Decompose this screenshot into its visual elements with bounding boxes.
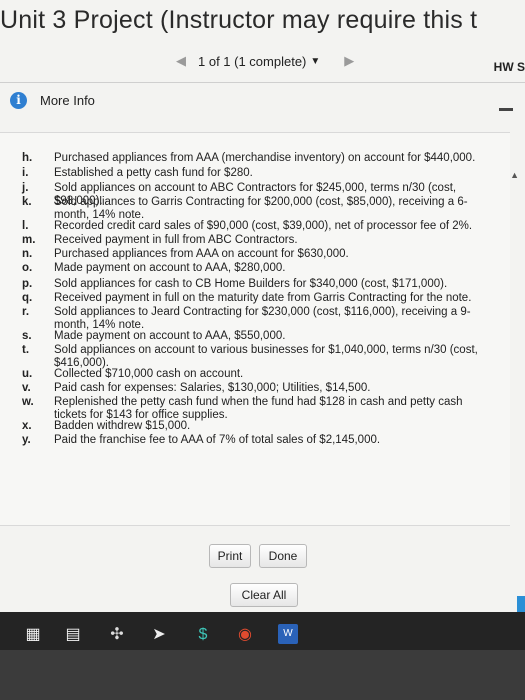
send-icon[interactable]: ➤ (148, 624, 170, 646)
item-key: n. (22, 248, 33, 260)
item-key: p. (22, 278, 33, 290)
item-key: j. (22, 182, 29, 194)
minimize-icon[interactable] (499, 108, 513, 111)
list-item: x. Badden withdrew $15,000. (22, 420, 492, 433)
item-text: Sold appliances on account to various bu… (54, 344, 478, 369)
scroll-up-icon[interactable]: ▲ (510, 170, 519, 180)
item-text: Established a petty cash fund for $280. (54, 167, 253, 179)
item-text: Sold appliances for cash to CB Home Buil… (54, 278, 448, 290)
item-key: m. (22, 234, 36, 246)
item-text: Recorded credit card sales of $90,000 (c… (54, 220, 473, 232)
pager-status[interactable]: 1 of 1 (1 complete) (198, 54, 306, 69)
item-text: Received payment in full from ABC Contra… (54, 234, 298, 246)
item-key: r. (22, 306, 30, 318)
chrome-icon[interactable]: ◉ (234, 624, 256, 646)
pager: ◀ 1 of 1 (1 complete) ▼ ▶ (170, 50, 380, 72)
list-item: i. Established a petty cash fund for $280… (22, 167, 492, 180)
item-text: Paid cash for expenses: Salaries, $130,0… (54, 382, 371, 394)
item-text: Made payment on account to AAA, $550,000… (54, 330, 286, 342)
item-key: q. (22, 292, 33, 304)
list-item: t. Sold appliances on account to various … (22, 344, 492, 369)
item-key: u. (22, 368, 33, 380)
item-text: Sold appliances to Garris Contracting fo… (54, 196, 468, 221)
dropbox-icon[interactable]: ✣ (106, 624, 128, 646)
item-key: k. (22, 196, 32, 208)
hw-label: HW S (493, 60, 525, 74)
item-key: s. (22, 330, 32, 342)
window-title: Unit 3 Project (Instructor may require t… (0, 6, 478, 34)
list-item: r. Sold appliances to Jeard Contracting f… (22, 306, 492, 331)
list-item: u. Collected $710,000 cash on account. (22, 368, 492, 381)
item-key: h. (22, 152, 33, 164)
item-text: Purchased appliances from AAA on account… (54, 248, 349, 260)
info-bar: i More Info (0, 84, 525, 116)
list-item: y. Paid the franchise fee to AAA of 7% of… (22, 434, 492, 447)
item-text: Replenished the petty cash fund when the… (54, 396, 463, 421)
info-icon: i (10, 92, 27, 109)
item-text: Paid the franchise fee to AAA of 7% of t… (54, 434, 381, 446)
print-button[interactable]: Print (209, 544, 251, 568)
item-key: v. (22, 382, 31, 394)
item-key: l. (22, 220, 29, 232)
done-button[interactable]: Done (259, 544, 307, 568)
item-key: x. (22, 420, 32, 432)
item-key: y. (22, 434, 31, 446)
list-item: s. Made payment on account to AAA, $550,0… (22, 330, 492, 343)
dock: ▦ ▤ ✣ ➤ $ ◉ W (0, 618, 525, 654)
info-label: More Info (40, 93, 95, 108)
list-item: n. Purchased appliances from AAA on accou… (22, 248, 492, 261)
list-item: q. Received payment in full on the maturi… (22, 292, 492, 305)
item-text: Badden withdrew $15,000. (54, 420, 191, 432)
item-text: Sold appliances to Jeard Contracting for… (54, 306, 471, 331)
calendar-icon[interactable]: ▤ (62, 624, 84, 646)
list-item: k. Sold appliances to Garris Contracting … (22, 196, 492, 221)
item-key: t. (22, 344, 30, 356)
list-item: m. Received payment in full from ABC Cont… (22, 234, 492, 247)
list-item: w. Replenished the petty cash fund when t… (22, 396, 492, 421)
pager-dropdown-icon[interactable]: ▼ (310, 56, 320, 67)
item-text: Purchased appliances from AAA (merchandi… (54, 152, 476, 164)
list-item: v. Paid cash for expenses: Salaries, $130… (22, 382, 492, 395)
desk-area (0, 650, 525, 700)
item-key: w. (22, 396, 34, 408)
item-key: i. (22, 167, 29, 179)
prev-arrow-icon[interactable]: ◀ (170, 53, 192, 69)
item-text: Made payment on account to AAA, $280,000… (54, 262, 286, 274)
clear-all-button[interactable]: Clear All (230, 583, 298, 607)
dollar-icon[interactable]: $ (192, 624, 214, 646)
list-item: o. Made payment on account to AAA, $280,0… (22, 262, 492, 275)
sheets-icon[interactable]: ▦ (22, 624, 44, 646)
list-item: l. Recorded credit card sales of $90,000 … (22, 220, 492, 233)
list-item: j. Sold appliances on account to ABC Cont… (22, 182, 492, 207)
list-item: h. Purchased appliances from AAA (merchan… (22, 152, 492, 165)
item-key: o. (22, 262, 33, 274)
list-item: p. Sold appliances for cash to CB Home Bu… (22, 278, 492, 291)
item-text: Collected $710,000 cash on account. (54, 368, 244, 380)
item-text: Received payment in full on the maturity… (54, 292, 472, 304)
next-arrow-icon[interactable]: ▶ (338, 53, 360, 69)
word-icon[interactable]: W (278, 624, 298, 644)
header-divider (0, 82, 525, 83)
